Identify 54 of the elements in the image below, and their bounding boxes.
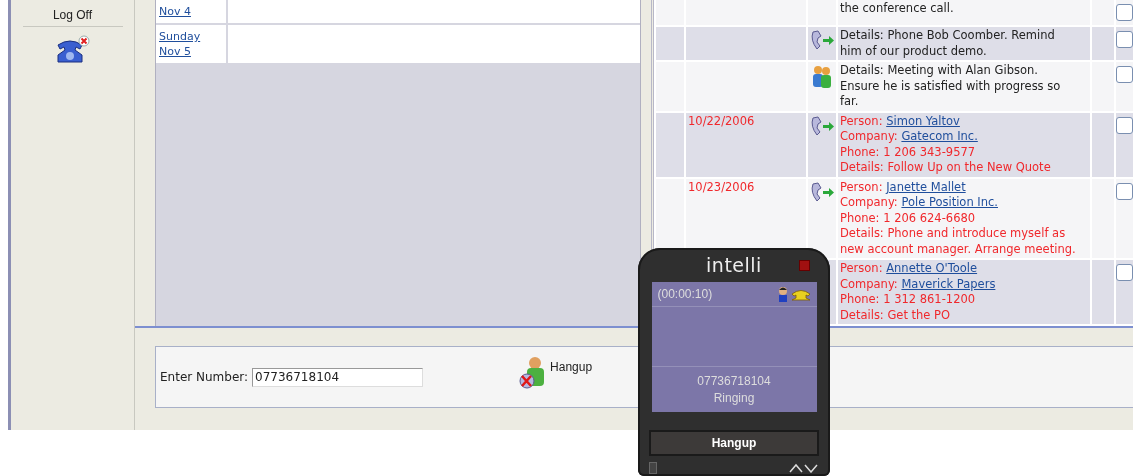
number-label: Enter Number:: [160, 370, 249, 384]
telephone-icon[interactable]: [54, 35, 91, 65]
task-detail: Phone: 1 206 624-6680: [840, 210, 977, 226]
person-phone-icon: [776, 286, 811, 302]
task-detail: Phone: 1 312 861-1200: [840, 292, 977, 308]
due-date: 10/23/2006: [688, 179, 755, 194]
task-link[interactable]: Gatecom Inc.: [901, 129, 978, 145]
task-checkbox[interactable]: [1116, 31, 1133, 48]
phone-arrow-icon: [809, 115, 835, 138]
task-detail: Person: Simon Yaltov: [840, 113, 961, 129]
call-status: Ringing: [713, 391, 755, 405]
task-link[interactable]: Janette Mallet: [886, 179, 966, 195]
day-link[interactable]: Sunday Nov 5: [159, 29, 201, 59]
task-checkbox[interactable]: [1116, 264, 1133, 281]
task-detail: Details: Phone and introduce myself as new account manager. Arrange meeting.: [840, 226, 1077, 257]
people-icon: [811, 65, 833, 89]
task-detail: Company: Maverick Papers: [840, 276, 997, 292]
phone-number: 07736718104: [697, 374, 771, 388]
task-detail: Details: Follow Up on the New Quote: [840, 160, 1052, 176]
log-off-link[interactable]: Log Off: [22, 8, 123, 27]
hangup-button[interactable]: Hangup: [518, 356, 593, 390]
up-down-arrows-icon[interactable]: [789, 463, 819, 473]
hangup-button[interactable]: Hangup: [649, 430, 819, 456]
close-button[interactable]: [799, 260, 810, 271]
due-date: 10/22/2006: [688, 113, 755, 128]
task-checkbox[interactable]: [1116, 4, 1133, 21]
day-link[interactable]: Nov 4: [159, 4, 191, 19]
table-cell: [656, 112, 684, 177]
table-cell: [656, 27, 684, 60]
table-cell: [1092, 27, 1114, 60]
task-link[interactable]: Pole Position Inc.: [901, 195, 998, 211]
task-detail: Details: Meeting with Alan Gibson. Ensure he is satisfied with progress so far.: [840, 63, 1062, 110]
task-link[interactable]: Simon Yaltov: [886, 113, 960, 129]
task-detail: Details: Phone Bob Coomber. Remind him of our product demo.: [840, 28, 1056, 59]
task-detail: Person: Annette O'Toole: [840, 261, 979, 277]
task-detail: Details: Get the PO: [840, 307, 952, 323]
task-link[interactable]: Maverick Papers: [901, 276, 996, 292]
table-cell: [1092, 260, 1114, 324]
task-detail: the conference call.: [840, 1, 955, 17]
number-input[interactable]: 07736718104: [252, 367, 424, 387]
task-checkbox[interactable]: [1116, 66, 1133, 83]
task-detail: Phone: 1 206 343-9577: [840, 144, 977, 160]
table-cell: [1092, 112, 1114, 177]
task-link[interactable]: Annette O'Toole: [886, 261, 978, 277]
grip-icon: [649, 462, 657, 474]
task-checkbox[interactable]: [1116, 182, 1133, 200]
task-detail: Company: Pole Position Inc.: [840, 195, 999, 211]
call-timer: (00:00:10): [657, 287, 713, 301]
phone-arrow-icon: [809, 30, 835, 52]
task-checkbox[interactable]: [1116, 116, 1133, 134]
task-detail: Person: Janette Mallet: [840, 179, 967, 195]
phone-arrow-icon: [809, 181, 835, 204]
brand-name: intelli: [706, 254, 762, 276]
task-detail: Company: Gatecom Inc.: [840, 129, 979, 145]
